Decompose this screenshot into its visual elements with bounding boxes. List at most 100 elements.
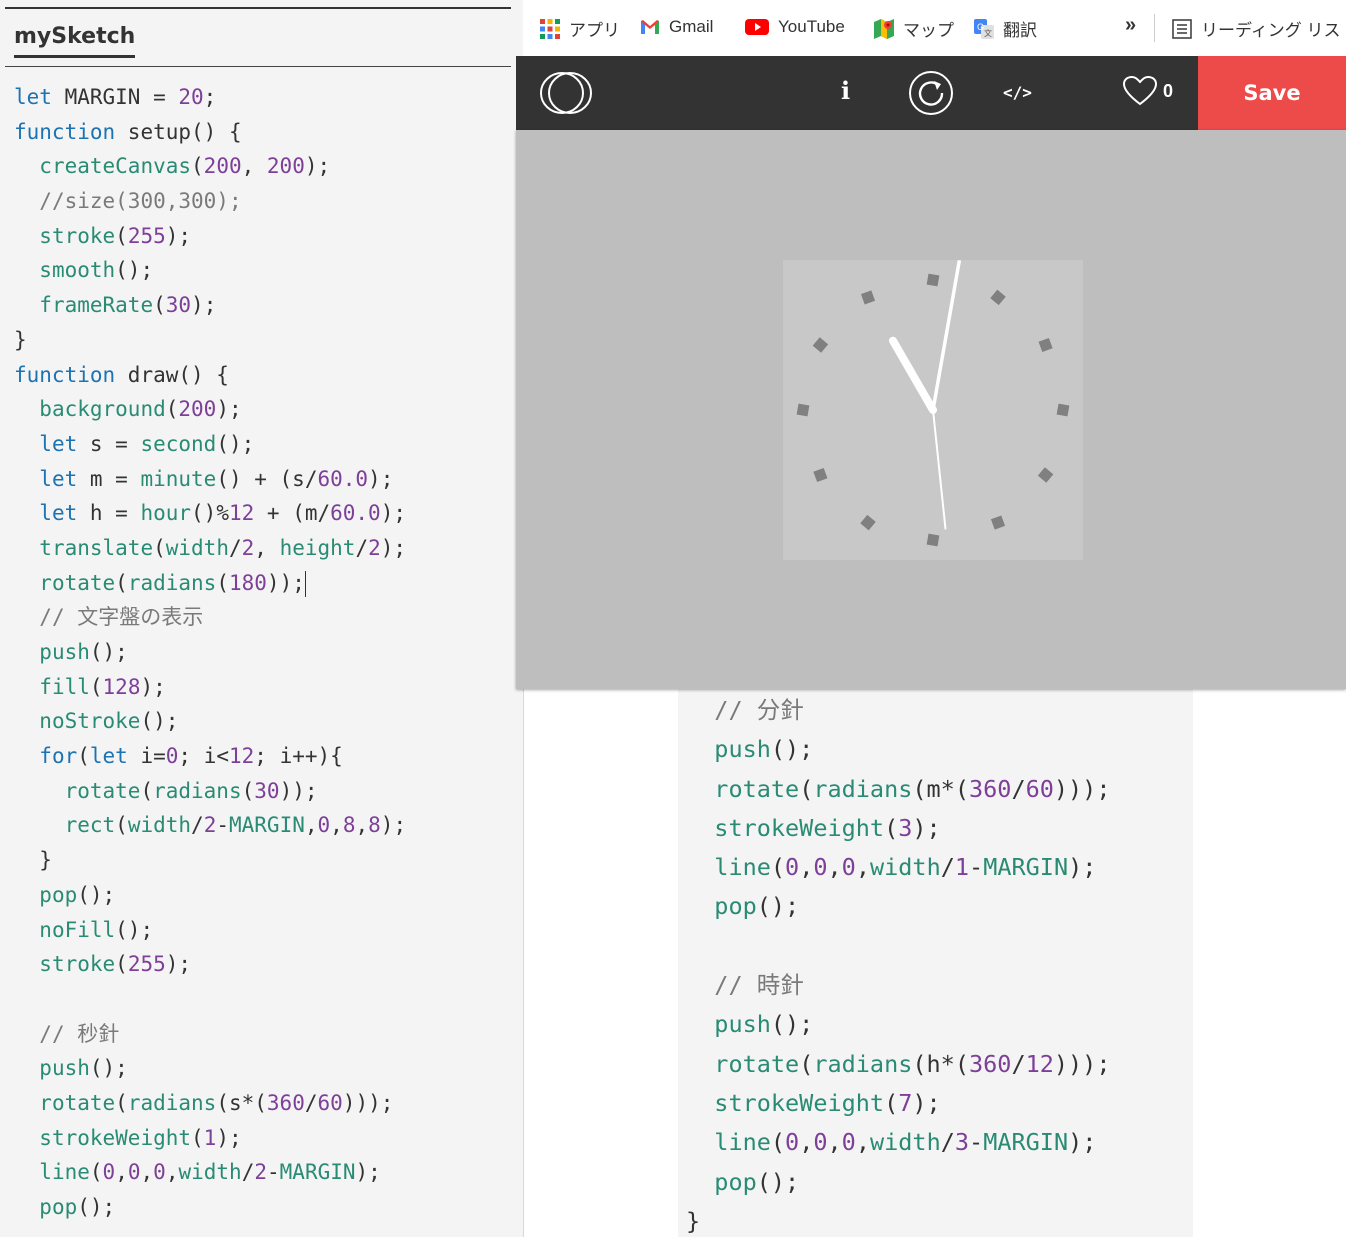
code-line[interactable]: // 文字盤の表示 [14,600,406,635]
code-token: ); [1068,853,1097,882]
code-token: let [39,431,78,456]
code-line[interactable]: rotate(radians(30)); [14,774,406,809]
code-line[interactable]: // 秒針 [14,1017,406,1052]
save-button[interactable]: Save [1198,56,1346,130]
bookmark-apps[interactable]: アプリ [539,16,620,41]
code-line[interactable]: translate(width/2, height/2); [14,531,406,566]
code-line[interactable]: background(200); [14,392,406,427]
code-line[interactable] [14,982,406,1017]
code-lines-right[interactable]: // 分針 push(); rotate(radians(m*(360/60))… [686,691,1110,1241]
code-line[interactable]: let m = minute() + (s/60.0); [14,462,406,497]
hour-hand [889,336,937,414]
code-line[interactable]: pop(); [14,878,406,913]
code-line[interactable]: push(); [14,635,406,670]
clock-tick-mark [812,337,829,353]
code-line[interactable]: fill(128); [14,670,406,705]
code-token: (); [115,917,154,942]
code-line[interactable]: rotate(radians(m*(360/60))); [686,770,1110,809]
code-line[interactable]: strokeWeight(1); [14,1121,406,1156]
code-line[interactable]: push(); [686,730,1110,769]
more-bookmarks-button[interactable]: » [1125,14,1136,37]
code-token: 200 [178,397,217,422]
code-line[interactable]: strokeWeight(3); [686,809,1110,848]
code-line[interactable]: createCanvas(200, 200); [14,149,406,184]
code-token: ( [770,853,786,882]
code-token: 0 [841,853,856,882]
bookmark-youtube[interactable]: YouTube [744,16,845,38]
code-line[interactable]: push(); [14,1051,406,1086]
code-line[interactable]: line(0,0,0,width/3-MARGIN); [686,1123,1110,1162]
restart-icon[interactable] [908,70,954,116]
code-token: radians [813,1049,913,1078]
code-line[interactable]: } [14,323,406,358]
code-line[interactable] [686,927,1110,966]
code-line[interactable]: pop(); [14,1190,406,1225]
code-view-button[interactable]: </> [1003,83,1032,102]
code-line[interactable]: // 時針 [686,966,1110,1005]
openprocessing-logo-icon[interactable] [538,70,594,116]
code-line[interactable]: rotate(radians(180)); [14,566,406,601]
code-token: 1 [203,1125,217,1150]
code-token: width [178,1160,242,1185]
code-token: ); [368,466,394,491]
code-line[interactable]: rotate(radians(h*(360/12))); [686,1045,1110,1084]
code-token: (); [77,882,116,907]
code-lines-left[interactable]: let MARGIN = 20; function setup() { creat… [14,80,406,1225]
clock-canvas[interactable] [783,260,1083,560]
like-button[interactable]: 0 [1123,76,1173,106]
code-line[interactable]: frameRate(30); [14,288,406,323]
code-line[interactable]: rect(width/2-MARGIN,0,8,8); [14,808,407,843]
code-line[interactable]: push(); [686,1005,1110,1044]
bookmark-maps[interactable]: マップ [873,16,954,41]
code-line[interactable]: line(0,0,0,width/1-MARGIN); [686,848,1110,887]
code-token: radians [153,778,242,803]
code-line[interactable]: stroke(255); [14,947,406,982]
code-line[interactable]: let MARGIN = 20; [14,80,406,115]
code-line[interactable]: for(let i=0; i<12; i++){ [14,739,406,774]
reading-list-button[interactable]: リーディング リスト [1171,16,1346,41]
code-line[interactable]: pop(); [686,887,1110,926]
code-token: ); [912,1088,941,1117]
code-token: (); [89,640,128,664]
code-line[interactable]: pop(); [686,1163,1110,1202]
bookmark-label: YouTube [778,17,845,36]
code-line[interactable]: let h = hour()%12 + (m/60.0); [14,496,406,531]
code-line[interactable]: function setup() { [14,115,406,150]
code-line[interactable]: smooth(); [14,253,406,288]
code-token: rotate [64,778,141,803]
code-line[interactable]: strokeWeight(7); [686,1084,1110,1123]
code-token: ( [884,813,899,842]
code-line[interactable]: } [686,1202,1110,1241]
code-line[interactable]: noStroke(); [14,704,406,739]
apps-grid-icon [540,18,560,39]
code-token: 60 [1025,774,1054,803]
code-token: } [14,327,27,352]
code-editor-left[interactable]: mySketch let MARGIN = 20; function setup(… [0,0,516,1237]
code-line[interactable]: stroke(255); [14,219,406,254]
code-line[interactable]: function draw() { [14,358,406,393]
code-token: (); [756,1167,800,1196]
code-token: let [39,501,78,526]
bookmark-translate[interactable]: G 文 翻訳 [973,16,1037,41]
code-line[interactable]: // 分針 [686,691,1110,730]
code-line[interactable]: line(0,0,0,width/2-MARGIN); [14,1155,406,1190]
code-line[interactable]: let s = second(); [14,427,406,462]
code-line[interactable]: } [14,843,406,878]
info-button[interactable]: i [841,76,850,105]
code-line[interactable]: rotate(radians(s*(360/60))); [14,1086,406,1121]
code-line[interactable]: noFill(); [14,913,406,948]
code-token: ( [191,1125,204,1150]
code-token: ); [216,1125,242,1150]
sketch-tab-title[interactable]: mySketch [14,24,136,58]
bookmark-gmail[interactable]: Gmail [639,16,713,38]
code-token: 360 [968,1049,1012,1078]
code-line[interactable]: //size(300,300); [14,184,406,219]
code-token: pop [714,1167,757,1196]
